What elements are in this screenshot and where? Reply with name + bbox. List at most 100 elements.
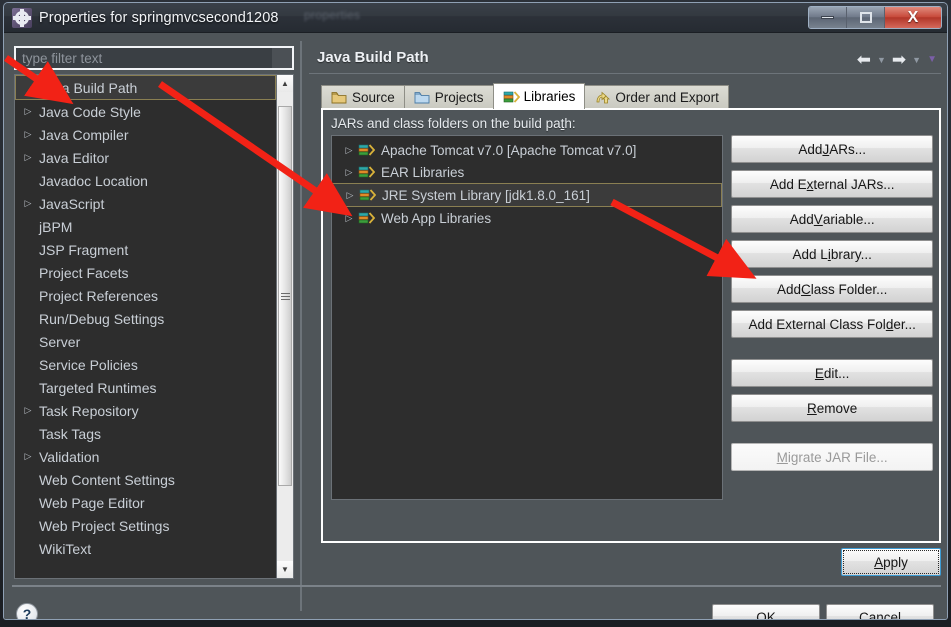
sidebar-item-javascript[interactable]: ▷ JavaScript — [15, 192, 276, 215]
button-label-pre: Add E — [769, 176, 807, 192]
add-class-folder-button[interactable]: Add Class Folder... — [731, 275, 933, 303]
sidebar-item-run-debug-settings[interactable]: Run/Debug Settings — [15, 307, 276, 330]
sidebar-item-label: Web Content Settings — [39, 471, 175, 488]
library-books-icon — [358, 165, 376, 179]
sidebar-item-task-repository[interactable]: ▷ Task Repository — [15, 399, 276, 422]
tab-bar[interactable]: Source Projects Libraries Order and Export — [321, 83, 729, 109]
edit-button[interactable]: Edit... — [731, 359, 933, 387]
sidebar-scrollbar[interactable]: ▲ ▼ — [276, 75, 293, 578]
scrollbar-grip — [280, 291, 290, 302]
chevron-right-icon[interactable]: ▷ — [341, 190, 359, 201]
scrollbar-track[interactable] — [277, 92, 293, 561]
button-label-post: ariable... — [822, 211, 875, 227]
sidebar-item-project-facets[interactable]: Project Facets — [15, 261, 276, 284]
ok-button[interactable]: OK — [712, 604, 820, 619]
build-path-list[interactable]: ▷ Apache Tomcat v7.0 [Apache Tomcat v7.0]… — [331, 135, 724, 500]
library-list-item[interactable]: ▷ Apache Tomcat v7.0 [Apache Tomcat v7.0] — [332, 139, 722, 161]
remove-button[interactable]: Remove — [731, 394, 933, 422]
chevron-right-icon[interactable]: ▷ — [19, 129, 37, 140]
library-list-item[interactable]: ▷ EAR Libraries — [332, 161, 722, 183]
chevron-right-icon[interactable]: ▷ — [19, 405, 37, 416]
apply-button[interactable]: Apply — [841, 548, 941, 576]
panel-label: JARs and class folders on the build path… — [323, 110, 939, 135]
back-arrow-icon[interactable]: ⬅ — [857, 51, 871, 68]
tab-libraries[interactable]: Libraries — [492, 83, 586, 109]
sidebar-item-label: Validation — [39, 448, 100, 465]
forward-chevron-down-icon[interactable]: ▼ — [912, 55, 921, 65]
chevron-right-icon[interactable]: ▷ — [19, 198, 37, 209]
settings-tree[interactable]: Java Build Path ▷ Java Code Style ▷ Java Com… — [15, 75, 276, 578]
help-icon[interactable]: ? — [16, 603, 38, 619]
sidebar-item-validation[interactable]: ▷ Validation — [15, 445, 276, 468]
tab-source[interactable]: Source — [321, 85, 405, 109]
sidebar-item-wikitext[interactable]: WikiText — [15, 537, 276, 560]
button-label-post: ternal JARs... — [813, 176, 895, 192]
close-button[interactable]: X — [885, 7, 941, 28]
back-chevron-down-icon[interactable]: ▼ — [877, 55, 886, 65]
button-label-mnemonic: E — [814, 365, 824, 381]
maximize-button[interactable] — [847, 7, 885, 28]
sidebar-item-javadoc-location[interactable]: Javadoc Location — [15, 169, 276, 192]
cancel-button[interactable]: Cancel — [826, 604, 934, 619]
sidebar-item-service-policies[interactable]: Service Policies — [15, 353, 276, 376]
add-jars-button[interactable]: Add J ARs... — [731, 135, 933, 163]
scroll-up-button[interactable]: ▲ — [277, 75, 293, 92]
chevron-right-icon[interactable]: ▷ — [19, 106, 37, 117]
minimize-button[interactable] — [809, 7, 847, 28]
chevron-right-icon[interactable]: ▷ — [340, 213, 358, 224]
sidebar-item-java-editor[interactable]: ▷ Java Editor — [15, 146, 276, 169]
scroll-down-button[interactable]: ▼ — [277, 561, 293, 578]
sidebar-item-java-build-path[interactable]: Java Build Path — [15, 75, 276, 100]
settings-tree-wrapper: Java Build Path ▷ Java Code Style ▷ Java Com… — [14, 74, 294, 579]
close-icon: X — [907, 8, 919, 26]
library-list-item[interactable]: ▷ Web App Libraries — [332, 207, 722, 229]
main-panel: Java Build Path ⬅ ▼ ➡ ▼ ▼ Source Projects… — [309, 43, 941, 576]
library-list-item[interactable]: ▷ JRE System Library [jdk1.8.0_161] — [332, 183, 723, 207]
panel-content: ▷ Apache Tomcat v7.0 [Apache Tomcat v7.0]… — [323, 135, 939, 500]
button-label-mnemonic: J — [822, 141, 830, 157]
sidebar-item-label: JavaScript — [39, 195, 105, 212]
sidebar-item-label: Targeted Runtimes — [39, 379, 157, 396]
view-menu-icon[interactable]: ▼ — [927, 54, 937, 65]
library-label: Web App Libraries — [381, 210, 492, 226]
sidebar-item-targeted-runtimes[interactable]: Targeted Runtimes — [15, 376, 276, 399]
filter-input[interactable]: type filter text — [22, 51, 102, 66]
add-external-jars-button[interactable]: Add Ex ternal JARs... — [731, 170, 933, 198]
button-label-mnemonic: C — [801, 281, 811, 297]
apply-row: Apply — [309, 548, 941, 576]
button-label-post: emove — [816, 400, 858, 416]
add-library-button[interactable]: Add Li brary... — [731, 240, 933, 268]
scrollbar-thumb[interactable] — [278, 106, 292, 486]
chevron-right-icon[interactable]: ▷ — [340, 167, 358, 178]
library-label: EAR Libraries — [381, 164, 465, 180]
sidebar-item-project-references[interactable]: Project References — [15, 284, 276, 307]
filter-input-wrapper[interactable]: type filter text — [14, 46, 294, 70]
chevron-right-icon[interactable]: ▷ — [19, 152, 37, 163]
chevron-right-icon[interactable]: ▷ — [19, 451, 37, 462]
tab-order-and-export[interactable]: Order and Export — [584, 85, 729, 109]
tab-label: Projects — [434, 90, 484, 105]
sidebar-item-task-tags[interactable]: Task Tags — [15, 422, 276, 445]
sidebar-item-label: Service Policies — [39, 356, 138, 373]
tab-projects[interactable]: Projects — [403, 85, 494, 109]
sidebar-item-server[interactable]: Server — [15, 330, 276, 353]
library-books-icon — [358, 211, 376, 225]
forward-arrow-icon[interactable]: ➡ — [892, 51, 906, 68]
filter-clear-button[interactable] — [272, 48, 292, 68]
maximize-icon — [859, 12, 872, 23]
sidebar-item-web-content-settings[interactable]: Web Content Settings — [15, 468, 276, 491]
library-books-icon — [503, 90, 520, 104]
add-external-class-folder-button[interactable]: Add External Class Fol d er... — [731, 310, 933, 338]
sidebar-item-java-compiler[interactable]: ▷ Java Compiler — [15, 123, 276, 146]
gear-icon — [12, 7, 32, 28]
button-label-mnemonic: V — [813, 211, 823, 227]
button-label-post: er... — [893, 316, 916, 332]
chevron-right-icon[interactable]: ▷ — [340, 145, 358, 156]
sidebar-item-java-code-style[interactable]: ▷ Java Code Style — [15, 100, 276, 123]
sidebar-item-web-project-settings[interactable]: Web Project Settings — [15, 514, 276, 537]
sidebar-item-jsp-fragment[interactable]: JSP Fragment — [15, 238, 276, 261]
add-variable-button[interactable]: Add Variable... — [731, 205, 933, 233]
sidebar-item-web-page-editor[interactable]: Web Page Editor — [15, 491, 276, 514]
button-label-post: igrate JAR File... — [787, 449, 888, 465]
sidebar-item-jbpm[interactable]: jBPM — [15, 215, 276, 238]
